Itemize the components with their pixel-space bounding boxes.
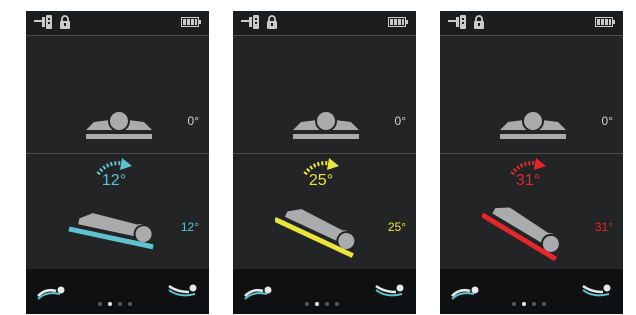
lock-icon bbox=[60, 15, 70, 29]
bottom-toolbar bbox=[440, 269, 623, 314]
page-dot[interactable] bbox=[532, 302, 536, 306]
device-screen-3: 0° 31° 31° bbox=[440, 11, 623, 314]
page-dot[interactable] bbox=[118, 302, 122, 306]
top-angle-value: 0° bbox=[187, 114, 199, 128]
page-indicator bbox=[98, 302, 138, 308]
plug-icon bbox=[448, 15, 466, 29]
tilt-position-icon[interactable] bbox=[167, 282, 199, 300]
flat-bed-figure-icon bbox=[500, 110, 566, 139]
tilted-bed-figure-icon bbox=[275, 209, 357, 258]
status-bar bbox=[26, 11, 209, 35]
flat-position-icon[interactable] bbox=[450, 284, 482, 300]
tilt-position-icon[interactable] bbox=[581, 282, 613, 300]
flat-bed-figure-icon bbox=[86, 110, 152, 139]
tilt-section-panel[interactable]: 25° 25° bbox=[233, 154, 416, 268]
flat-bed-figure-icon bbox=[293, 110, 359, 139]
tilt-section-panel[interactable]: 12° 12° bbox=[26, 154, 209, 268]
page-dot[interactable] bbox=[98, 302, 102, 306]
page-dot[interactable] bbox=[542, 302, 546, 306]
bottom-angle-value: 31° bbox=[594, 220, 613, 234]
bottom-toolbar bbox=[26, 269, 209, 314]
tilt-angle-readout: 31° bbox=[515, 172, 541, 189]
top-angle-value: 0° bbox=[601, 114, 613, 128]
page-indicator bbox=[305, 302, 345, 308]
page-dot[interactable] bbox=[335, 302, 339, 306]
page-dot[interactable] bbox=[325, 302, 329, 306]
page-indicator bbox=[512, 302, 552, 308]
page-dot[interactable] bbox=[315, 302, 319, 306]
head-section-panel[interactable]: 0° bbox=[440, 36, 623, 153]
plug-icon bbox=[241, 15, 259, 29]
tilted-bed-figure-icon bbox=[68, 213, 154, 250]
head-section-panel[interactable]: 0° bbox=[26, 36, 209, 153]
top-angle-value: 0° bbox=[394, 114, 406, 128]
page-dot[interactable] bbox=[512, 302, 516, 306]
tilt-section-panel[interactable]: 31° 31° bbox=[440, 154, 623, 268]
device-screen-1: 0° 12° 12° bbox=[26, 11, 209, 314]
status-bar bbox=[440, 11, 623, 35]
page-dot[interactable] bbox=[108, 302, 112, 306]
device-screen-2: 0° 25° 25° bbox=[233, 11, 416, 314]
flat-position-icon[interactable] bbox=[243, 284, 275, 300]
bottom-angle-value: 12° bbox=[180, 220, 199, 234]
status-bar bbox=[233, 11, 416, 35]
battery-icon bbox=[595, 17, 615, 27]
tilted-bed-figure-icon bbox=[482, 207, 561, 262]
head-section-panel[interactable]: 0° bbox=[233, 36, 416, 153]
bottom-toolbar bbox=[233, 269, 416, 314]
battery-icon bbox=[181, 17, 201, 27]
tilt-angle-readout: 12° bbox=[101, 172, 127, 189]
lock-icon bbox=[474, 15, 484, 29]
page-dot[interactable] bbox=[305, 302, 309, 306]
tilt-angle-readout: 25° bbox=[308, 172, 334, 189]
page-dot[interactable] bbox=[522, 302, 526, 306]
flat-position-icon[interactable] bbox=[36, 284, 68, 300]
plug-icon bbox=[34, 15, 52, 29]
bottom-angle-value: 25° bbox=[387, 220, 406, 234]
battery-icon bbox=[388, 17, 408, 27]
lock-icon bbox=[267, 15, 277, 29]
tilt-position-icon[interactable] bbox=[374, 282, 406, 300]
page-dot[interactable] bbox=[128, 302, 132, 306]
